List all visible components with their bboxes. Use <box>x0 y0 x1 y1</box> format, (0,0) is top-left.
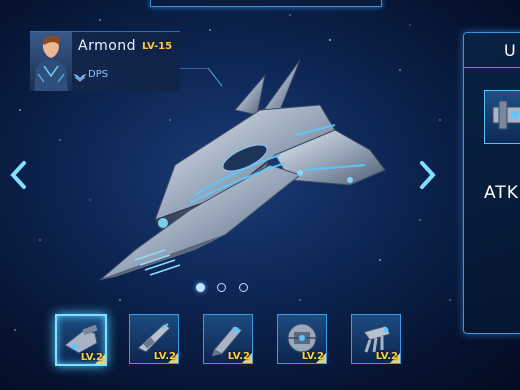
next-ship-arrow[interactable] <box>416 160 438 190</box>
equipment-slot-5[interactable]: LV.2 <box>351 314 401 364</box>
pilot-portrait <box>30 32 72 91</box>
spaceship-model[interactable] <box>95 55 395 285</box>
equipment-slot-4[interactable]: LV.2 <box>277 314 327 364</box>
upgrade-panel: U ATK <box>463 32 520 334</box>
upgrade-panel-title: U <box>504 41 516 60</box>
pilot-name: Armond <box>78 38 137 54</box>
carousel-pagination <box>196 283 256 293</box>
slot-level: LV.2 <box>375 351 398 362</box>
slot-level: LV.2 <box>153 351 176 362</box>
slot-level: LV.2 <box>80 352 103 363</box>
equipment-slot-1[interactable]: LV.2 <box>55 314 107 366</box>
previous-ship-arrow[interactable] <box>8 160 30 190</box>
stat-label: ATK <box>484 183 519 203</box>
slot-level: LV.2 <box>301 351 324 362</box>
equipment-slot-3[interactable]: LV.2 <box>203 314 253 364</box>
upgrade-item-slot[interactable] <box>484 90 520 144</box>
page-dot-2[interactable] <box>217 283 226 292</box>
top-header-frame <box>150 0 382 7</box>
slot-level: LV.2 <box>227 351 250 362</box>
panel-divider <box>464 67 520 68</box>
page-dot-1[interactable] <box>196 283 205 292</box>
wings-icon <box>72 67 88 86</box>
equipment-slot-2[interactable]: LV.2 <box>129 314 179 364</box>
pilot-level: LV-15 <box>142 41 173 52</box>
cannon-icon <box>492 100 520 130</box>
page-dot-3[interactable] <box>239 283 248 292</box>
